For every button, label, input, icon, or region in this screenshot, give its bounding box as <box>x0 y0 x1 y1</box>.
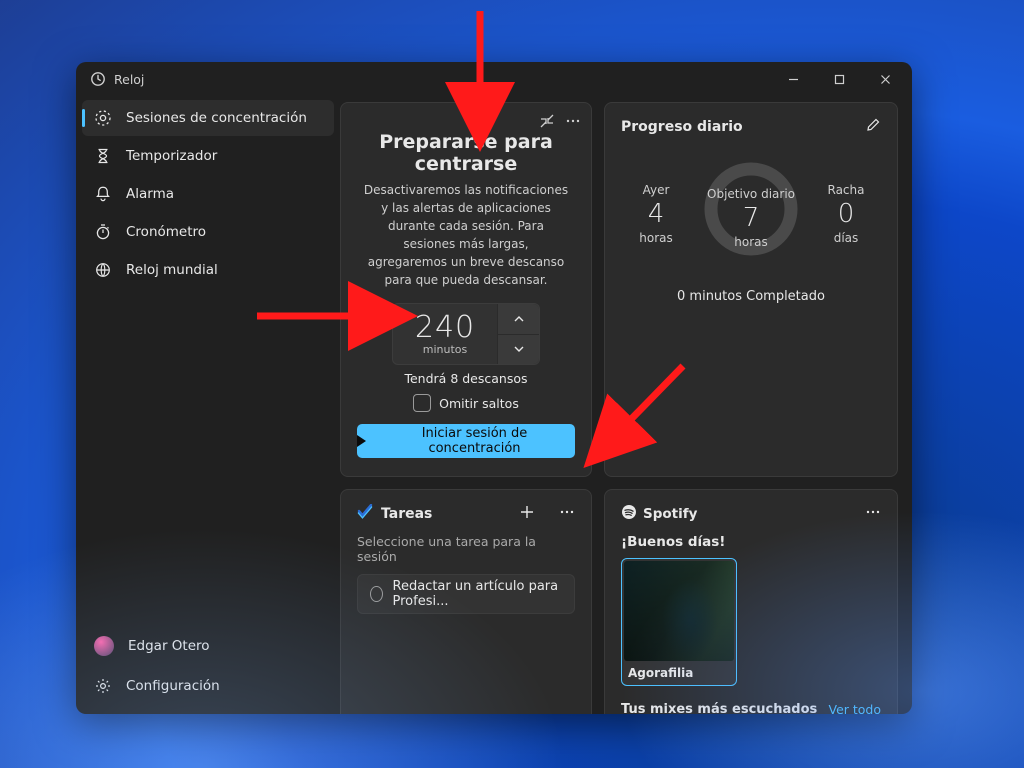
task-label: Redactar un artículo para Profesi... <box>393 579 562 609</box>
sidebar-item-label: Alarma <box>126 186 174 202</box>
sidebar-item-label: Cronómetro <box>126 224 206 240</box>
window-maximize-button[interactable] <box>816 65 862 93</box>
duration-value[interactable]: 240 <box>393 310 497 345</box>
globe-icon <box>94 261 112 279</box>
playlist-name: Agorafilia <box>624 661 734 683</box>
duration-increase-button[interactable] <box>497 304 539 335</box>
more-icon[interactable] <box>559 504 575 524</box>
skip-breaks-checkbox[interactable]: Omitir saltos <box>357 394 575 412</box>
tasks-title: Tareas <box>381 506 432 522</box>
spotify-greeting: ¡Buenos días! <box>621 534 881 550</box>
bell-icon <box>94 185 112 203</box>
sidebar: Sesiones de concentración Temporizador A… <box>76 96 340 714</box>
collapse-icon[interactable] <box>539 113 555 129</box>
sidebar-settings[interactable]: Configuración <box>82 666 334 706</box>
spotify-card: Spotify ¡Buenos días! Agorafilia Tus mix… <box>604 489 898 714</box>
titlebar: Reloj <box>76 62 912 96</box>
duration-unit: minutos <box>393 343 497 356</box>
target-icon <box>94 109 112 127</box>
app-title: Reloj <box>114 72 144 87</box>
sidebar-item-label: Sesiones de concentración <box>126 110 307 126</box>
spotify-see-all-link[interactable]: Ver todo <box>828 702 881 714</box>
sidebar-item-stopwatch[interactable]: Cronómetro <box>82 214 334 250</box>
tasks-card: Tareas Seleccione una tarea para la sesi… <box>340 489 592 714</box>
user-name: Edgar Otero <box>128 638 210 654</box>
progress-completed: 0 minutos Completado <box>621 289 881 304</box>
sidebar-item-timer[interactable]: Temporizador <box>82 138 334 174</box>
focus-title: Prepararse para centrarse <box>357 131 575 175</box>
avatar <box>94 636 114 656</box>
playlist-art <box>624 561 734 661</box>
checkbox-empty-icon <box>413 394 431 412</box>
daily-progress-card: Progreso diario Ayer 4 horas Objet <box>604 102 898 477</box>
hourglass-icon <box>94 147 112 165</box>
focus-description: Desactivaremos las notificaciones y las … <box>357 181 575 289</box>
stat-yesterday: Ayer 4 horas <box>621 183 691 245</box>
task-item[interactable]: Redactar un artículo para Profesi... <box>357 574 575 614</box>
app-icon <box>90 71 106 87</box>
sidebar-user[interactable]: Edgar Otero <box>82 626 334 666</box>
spotify-icon <box>621 504 637 524</box>
duration-spinner: 240 minutos <box>392 303 540 365</box>
duration-decrease-button[interactable] <box>497 335 539 365</box>
tasks-hint: Seleccione una tarea para la sesión <box>357 534 575 564</box>
clock-app-window: Reloj Sesiones de concentración Temporiz… <box>76 62 912 714</box>
window-minimize-button[interactable] <box>770 65 816 93</box>
play-icon <box>357 435 366 447</box>
sidebar-item-label: Reloj mundial <box>126 262 218 278</box>
sidebar-item-label: Temporizador <box>126 148 217 164</box>
skip-breaks-label: Omitir saltos <box>439 396 519 411</box>
start-focus-button[interactable]: Iniciar sesión de concentración <box>357 424 575 458</box>
breaks-text: Tendrá 8 descansos <box>357 371 575 386</box>
content: Prepararse para centrarse Desactivaremos… <box>340 96 912 714</box>
mixes-label: Tus mixes más escuchados <box>621 702 817 714</box>
sidebar-item-world-clock[interactable]: Reloj mundial <box>82 252 334 288</box>
edit-icon[interactable] <box>865 117 881 137</box>
sidebar-item-alarm[interactable]: Alarma <box>82 176 334 212</box>
gear-icon <box>94 677 112 695</box>
more-icon[interactable] <box>565 113 581 129</box>
stat-streak: Racha 0 días <box>811 183 881 245</box>
start-focus-label: Iniciar sesión de concentración <box>374 426 575 456</box>
progress-title: Progreso diario <box>621 119 743 135</box>
stopwatch-icon <box>94 223 112 241</box>
more-icon[interactable] <box>865 504 881 524</box>
radio-empty-icon <box>370 586 383 602</box>
stat-goal: Objetivo diario 7 horas <box>691 155 811 273</box>
tasks-icon <box>357 504 373 524</box>
sidebar-item-label: Configuración <box>126 678 220 694</box>
focus-card: Prepararse para centrarse Desactivaremos… <box>340 102 592 477</box>
sidebar-item-focus-sessions[interactable]: Sesiones de concentración <box>82 100 334 136</box>
spotify-brand: Spotify <box>643 506 697 522</box>
window-close-button[interactable] <box>862 65 908 93</box>
add-task-button[interactable] <box>519 504 535 524</box>
spotify-selected-playlist[interactable]: Agorafilia <box>621 558 737 686</box>
